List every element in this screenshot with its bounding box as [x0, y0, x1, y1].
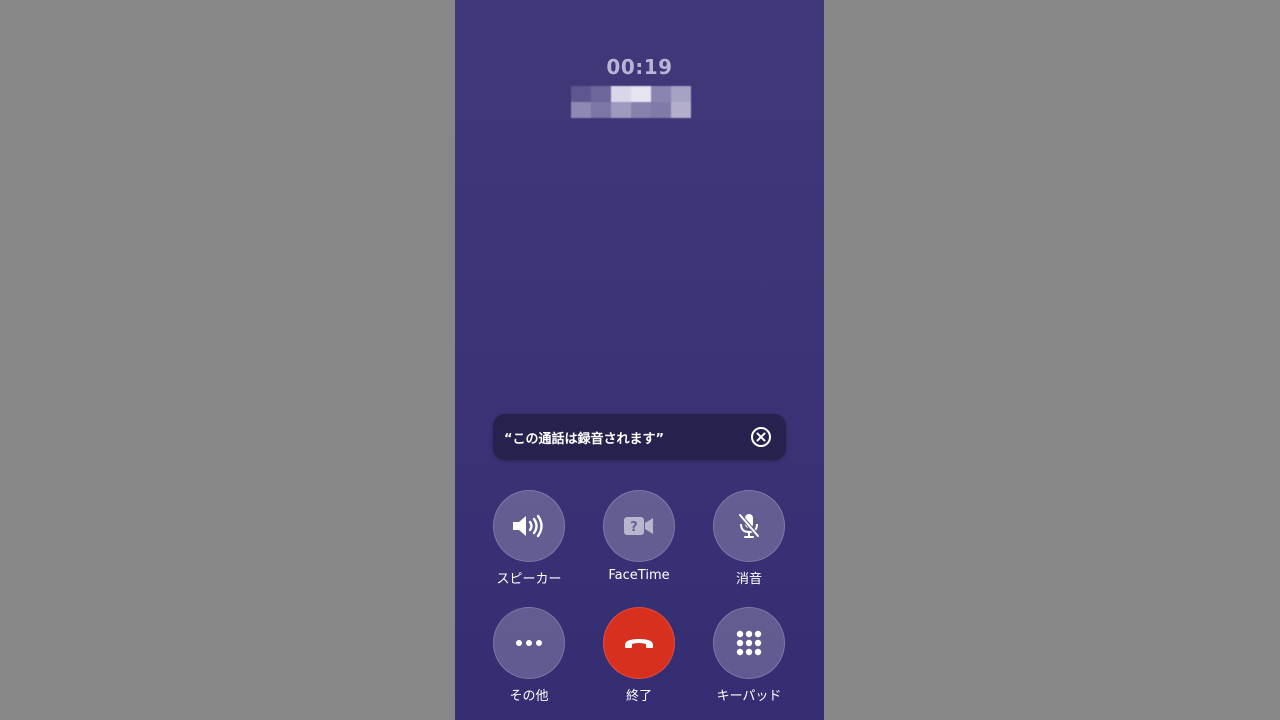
mute-button[interactable]	[713, 490, 785, 562]
speaker-control: スピーカー	[484, 490, 574, 587]
facetime-button[interactable]: ?	[603, 490, 675, 562]
more-control: その他	[484, 607, 574, 704]
screen: 00:19 “この通話は録音されます” スピーカー ? FaceTime 消音 …	[0, 0, 1280, 720]
phone-call-screen: 00:19 “この通話は録音されます” スピーカー ? FaceTime 消音 …	[455, 0, 824, 720]
recording-notice-banner: “この通話は録音されます”	[493, 414, 786, 460]
keypad-button[interactable]	[713, 607, 785, 679]
svg-text:?: ?	[630, 520, 638, 535]
facetime-control: ? FaceTime	[594, 490, 684, 583]
facetime-label: FaceTime	[608, 568, 670, 583]
facetime-question-icon: ?	[624, 517, 653, 535]
mic-slash-icon	[738, 513, 760, 538]
phone-down-icon	[625, 639, 653, 648]
speaker-wave-icon	[513, 514, 543, 538]
more-button[interactable]	[493, 607, 565, 679]
keypad-label: キーパッド	[716, 689, 782, 704]
keypad-icon	[736, 630, 762, 656]
keypad-control: キーパッド	[704, 607, 794, 704]
mute-label: 消音	[735, 572, 762, 587]
end-call-button[interactable]	[603, 607, 675, 679]
mute-control: 消音	[704, 490, 794, 587]
xmark-circle-icon[interactable]	[750, 426, 772, 448]
end-call-control: 終了	[594, 607, 684, 704]
ellipsis-icon	[516, 640, 542, 646]
recording-notice-text: “この通話は録音されます”	[504, 432, 665, 447]
caller-name-redacted	[571, 86, 691, 118]
speaker-label: スピーカー	[496, 572, 562, 587]
end-call-label: 終了	[625, 689, 652, 704]
call-duration: 00:19	[606, 55, 673, 79]
more-label: その他	[509, 689, 549, 704]
speaker-button[interactable]	[493, 490, 565, 562]
